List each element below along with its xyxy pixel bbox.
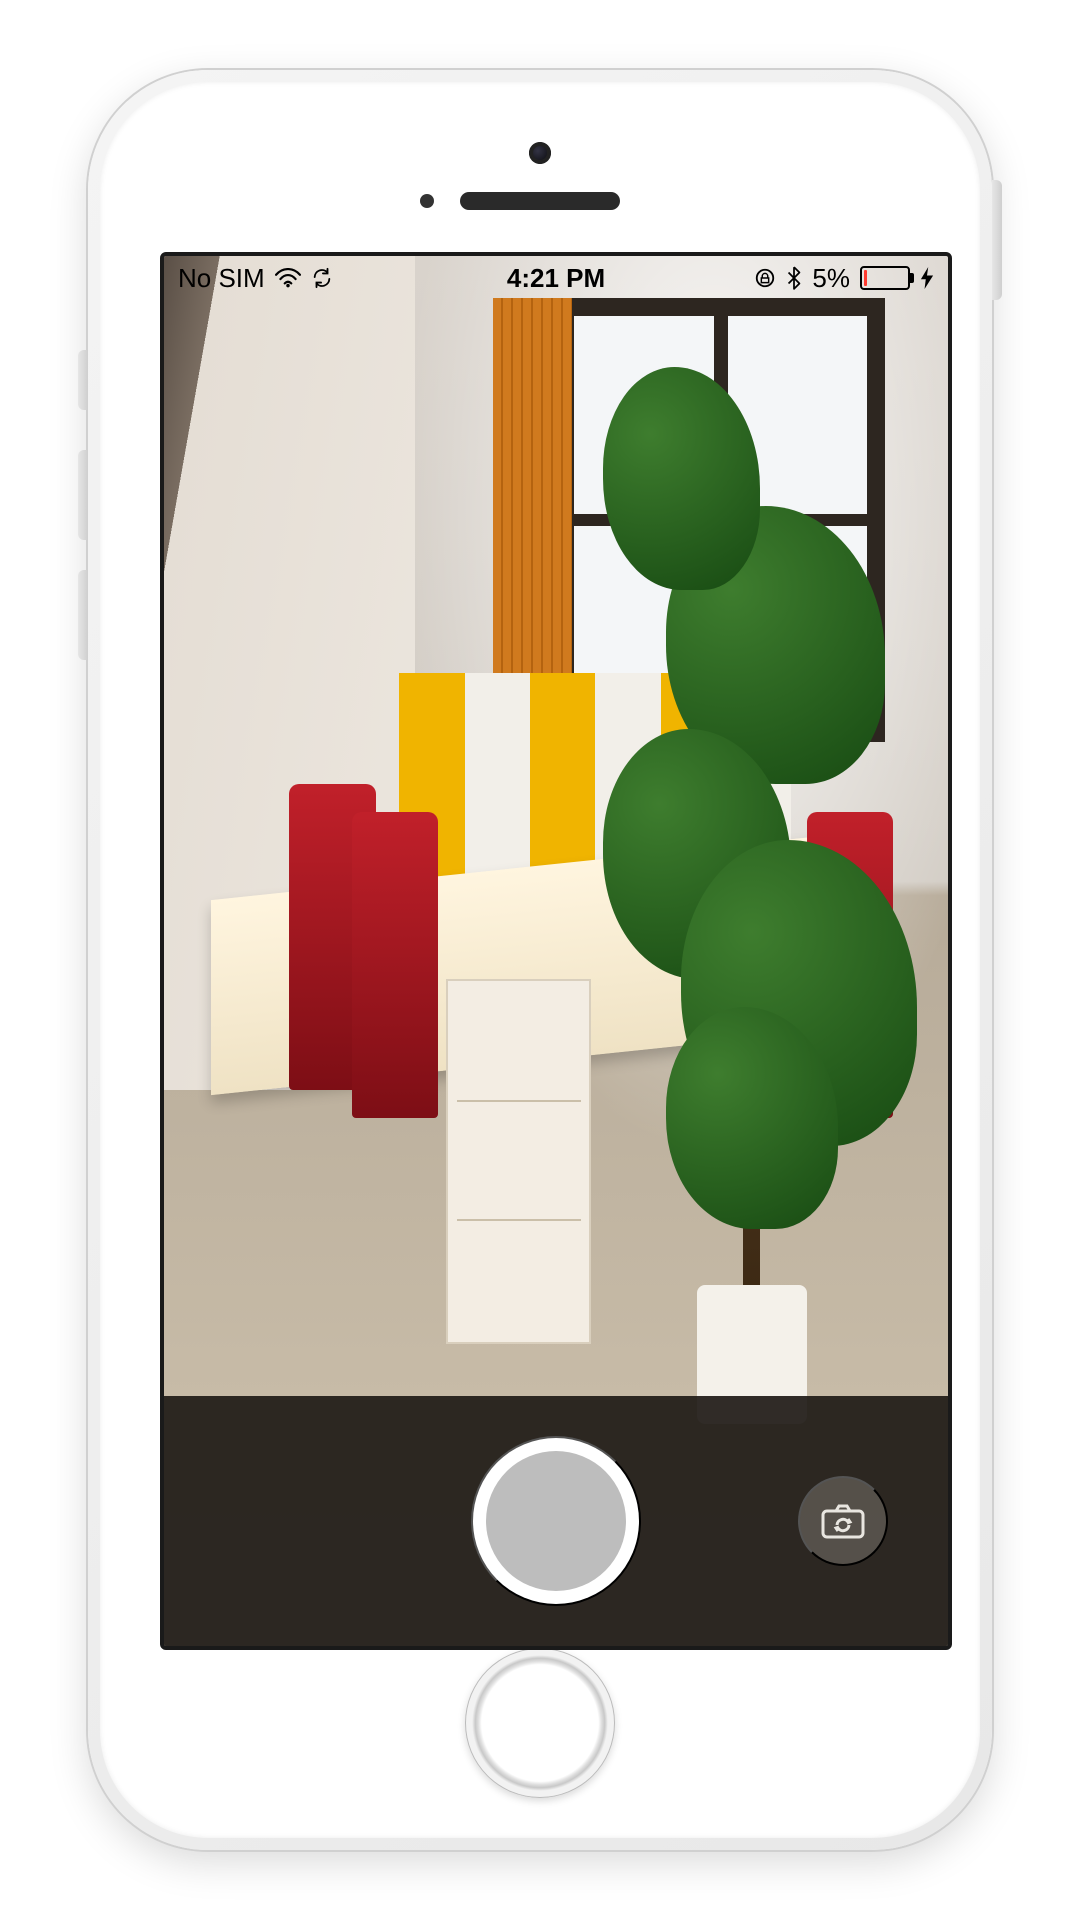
volume-down — [78, 570, 88, 660]
bluetooth-icon — [786, 266, 802, 290]
status-bar: No SIM 4:21 PM 5% — [164, 256, 948, 300]
volume-up — [78, 450, 88, 540]
switch-camera-icon — [819, 1497, 867, 1545]
device-bezel: No SIM 4:21 PM 5% — [100, 82, 980, 1838]
orientation-lock-icon — [754, 267, 776, 289]
front-camera-icon — [529, 142, 551, 164]
mute-switch — [78, 350, 88, 410]
power-button — [992, 180, 1002, 300]
sync-icon — [311, 267, 333, 289]
battery-percent: 5% — [812, 263, 850, 294]
home-button[interactable] — [465, 1648, 615, 1798]
bolt-icon — [920, 267, 934, 289]
device-frame: No SIM 4:21 PM 5% — [88, 70, 992, 1850]
proximity-sensor-icon — [420, 194, 434, 208]
carrier-label: No SIM — [178, 263, 265, 294]
switch-camera-button[interactable] — [798, 1476, 888, 1566]
earpiece-speaker — [460, 192, 620, 210]
screen: No SIM 4:21 PM 5% — [160, 252, 952, 1650]
wifi-icon — [275, 268, 301, 288]
battery-icon — [860, 266, 910, 290]
camera-control-bar — [164, 1396, 948, 1646]
shutter-button[interactable] — [471, 1436, 641, 1606]
